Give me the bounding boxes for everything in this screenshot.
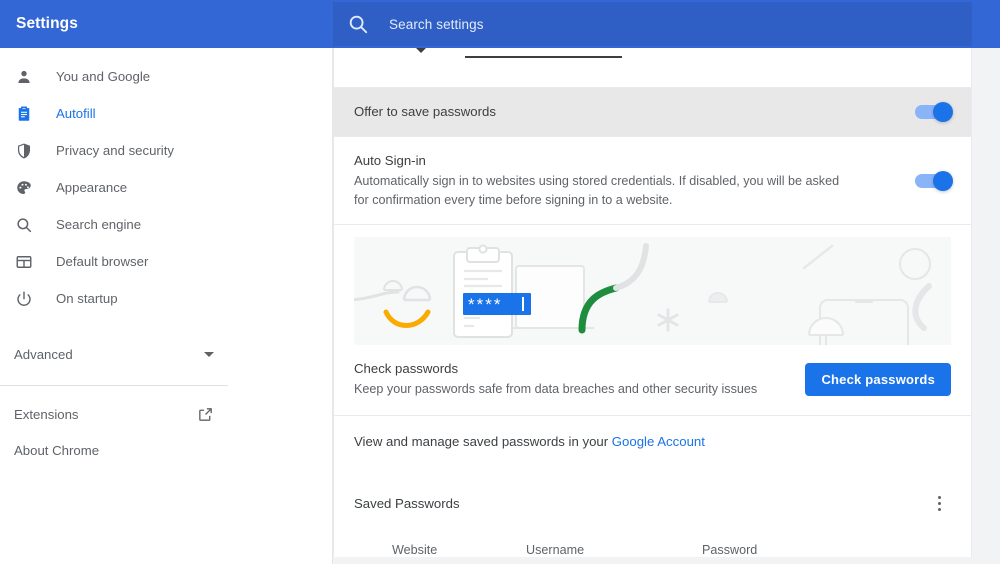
sidebar-item-default-browser[interactable]: Default browser (0, 243, 332, 280)
offer-to-save-passwords-text: Offer to save passwords (354, 88, 496, 136)
auto-signin-toggle[interactable] (915, 170, 953, 191)
more-vert-icon[interactable] (927, 491, 951, 515)
passwords-card: Offer to save passwords Auto Sign-in Aut… (333, 48, 972, 557)
sidebar-item-label: On startup (56, 290, 118, 306)
sidebar-item-search-engine[interactable]: Search engine (0, 206, 332, 243)
auto-signin-description: Automatically sign in to websites using … (354, 174, 840, 207)
search-icon (14, 215, 34, 235)
kebab-dot (937, 507, 941, 511)
palette-icon (14, 178, 34, 198)
sidebar-divider (0, 385, 228, 386)
offer-to-save-passwords-title: Offer to save passwords (354, 104, 496, 119)
column-header-website: Website (392, 543, 438, 557)
auto-signin-text: Auto Sign-in Automatically sign in to we… (354, 137, 854, 224)
auto-signin-title: Auto Sign-in (354, 153, 426, 168)
toggle-knob (933, 102, 953, 122)
sidebar-item-extensions[interactable]: Extensions (0, 396, 228, 432)
sidebar-item-about-chrome[interactable]: About Chrome (0, 432, 228, 468)
manage-passwords-prefix: View and manage saved passwords in your (354, 434, 612, 449)
check-passwords-title: Check passwords (354, 361, 459, 376)
search-input[interactable]: Search settings (333, 2, 972, 46)
column-header-username: Username (526, 543, 585, 557)
chevron-down-icon (416, 48, 426, 53)
settings-page: Settings Search settings You and Google … (0, 0, 1000, 564)
offer-to-save-passwords-toggle[interactable] (915, 102, 953, 122)
sidebar-about-label: About Chrome (14, 442, 100, 458)
search-icon (347, 13, 369, 35)
main-content: Offer to save passwords Auto Sign-in Aut… (333, 48, 1000, 564)
svg-text:****: **** (468, 295, 502, 314)
power-icon (14, 289, 34, 309)
saved-passwords-table-header: Website Username Password (334, 521, 971, 557)
person-icon (14, 67, 34, 87)
app-header: Settings Search settings (0, 0, 1000, 48)
sidebar-item-label: Privacy and security (56, 142, 174, 158)
sidebar-item-label: Search engine (56, 216, 142, 232)
sidebar-extensions-label: Extensions (14, 406, 79, 422)
input-underline (465, 56, 622, 58)
saved-passwords-header: Saved Passwords (334, 469, 971, 521)
sidebar-item-label: Appearance (56, 179, 128, 195)
check-passwords-button[interactable]: Check passwords (805, 362, 951, 396)
sidebar-item-appearance[interactable]: Appearance (0, 169, 332, 206)
sidebar-advanced-label: Advanced (14, 346, 73, 362)
check-passwords-row: Check passwords Keep your passwords safe… (334, 345, 971, 415)
sidebar-item-label: Default browser (56, 253, 149, 269)
kebab-dot (937, 501, 941, 505)
google-account-link[interactable]: Google Account (612, 434, 705, 449)
sidebar-advanced-toggle[interactable]: Advanced (0, 335, 228, 373)
password-check-illustration: **** (354, 237, 951, 345)
search-placeholder: Search settings (389, 16, 484, 32)
offer-to-save-passwords-row[interactable]: Offer to save passwords (334, 87, 971, 136)
sidebar-item-on-startup[interactable]: On startup (0, 280, 332, 317)
sidebar-item-label: Autofill (56, 105, 96, 121)
page-title: Settings (16, 15, 78, 32)
manage-passwords-link-row: View and manage saved passwords in your … (334, 415, 971, 469)
kebab-dot (937, 495, 941, 499)
check-passwords-description: Keep your passwords safe from data breac… (354, 382, 758, 396)
sidebar-item-label: You and Google (56, 68, 151, 84)
chevron-down-icon (204, 351, 214, 357)
auto-signin-row[interactable]: Auto Sign-in Automatically sign in to we… (334, 136, 971, 224)
open-in-new-icon (197, 406, 214, 423)
toggle-knob (933, 170, 953, 191)
scrolled-offscreen-control[interactable] (334, 48, 971, 87)
illustration-section: **** (334, 224, 971, 345)
sidebar-item-privacy-and-security[interactable]: Privacy and security (0, 132, 332, 169)
column-header-password: Password (702, 543, 758, 557)
sidebar: You and Google Autofill Privacy and secu… (0, 48, 333, 564)
clipboard-icon (14, 104, 34, 124)
sidebar-item-autofill[interactable]: Autofill (0, 95, 332, 132)
saved-passwords-title: Saved Passwords (354, 495, 460, 511)
browser-window-icon (14, 252, 34, 272)
sidebar-item-you-and-google[interactable]: You and Google (0, 58, 332, 95)
shield-icon (14, 141, 34, 161)
check-passwords-text: Check passwords Keep your passwords safe… (354, 359, 757, 399)
